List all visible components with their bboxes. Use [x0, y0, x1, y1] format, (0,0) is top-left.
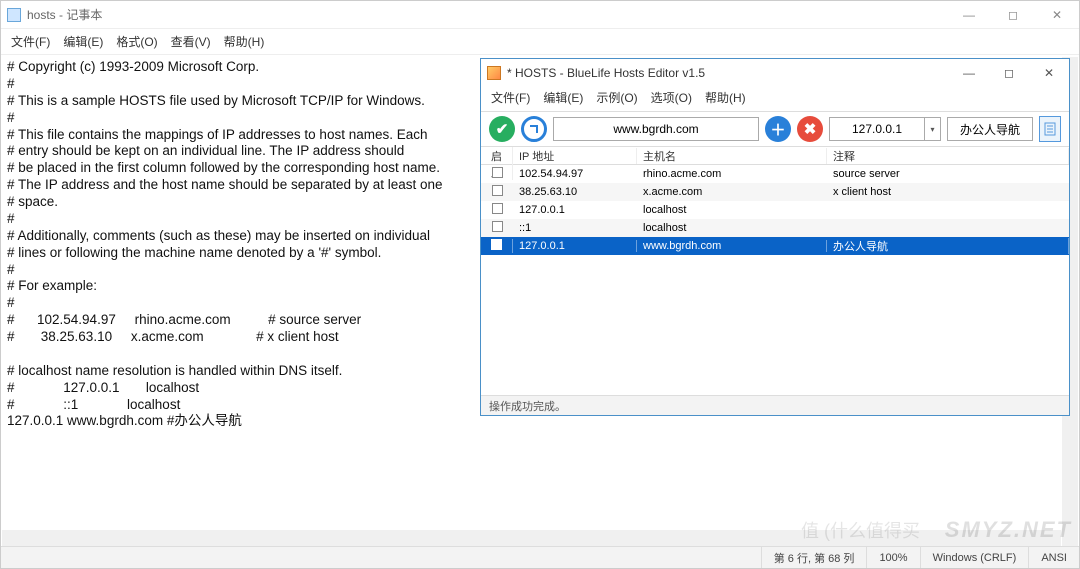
- editor-maximize-button[interactable]: ◻: [989, 59, 1029, 87]
- row-checkbox[interactable]: [492, 185, 503, 196]
- editor-title: * HOSTS - BlueLife Hosts Editor v1.5: [507, 66, 705, 80]
- horizontal-scrollbar[interactable]: [2, 530, 1061, 546]
- menu-file[interactable]: 文件(F): [5, 31, 56, 52]
- editor-toolbar: ✔ ＋ ✖ ▾: [481, 111, 1069, 147]
- editor-titlebar[interactable]: * HOSTS - BlueLife Hosts Editor v1.5 — ◻…: [481, 59, 1069, 87]
- menu-help[interactable]: 帮助(H): [218, 31, 271, 52]
- close-button[interactable]: ✕: [1035, 1, 1079, 29]
- cell-ip: ::1: [513, 222, 637, 234]
- col-ip[interactable]: IP 地址: [513, 148, 637, 164]
- add-button[interactable]: ＋: [765, 116, 791, 142]
- table-row[interactable]: 102.54.94.97rhino.acme.comsource server: [481, 165, 1069, 183]
- cell-host: localhost: [637, 222, 827, 234]
- status-position: 第 6 行, 第 68 列: [761, 547, 867, 568]
- status-encoding: ANSI: [1028, 547, 1079, 568]
- notepad-titlebar[interactable]: hosts - 记事本 — ◻ ✕: [1, 1, 1079, 29]
- table-row[interactable]: 127.0.0.1www.bgrdh.com办公人导航: [481, 237, 1069, 255]
- menu-view[interactable]: 查看(V): [165, 31, 217, 52]
- refresh-button[interactable]: [521, 116, 547, 142]
- comment-input[interactable]: [947, 117, 1033, 141]
- status-zoom: 100%: [866, 547, 919, 568]
- cell-host: localhost: [637, 204, 827, 216]
- notepad-statusbar: 第 6 行, 第 68 列 100% Windows (CRLF) ANSI: [1, 546, 1079, 568]
- editor-menu-options[interactable]: 选项(O): [645, 87, 698, 108]
- cell-ip: 127.0.0.1: [513, 240, 637, 252]
- row-checkbox[interactable]: [492, 203, 503, 214]
- ip-input[interactable]: [829, 117, 925, 141]
- editor-minimize-button[interactable]: —: [949, 59, 989, 87]
- table-row[interactable]: 38.25.63.10x.acme.comx client host: [481, 183, 1069, 201]
- table-header: 已启用 IP 地址 主机名 注释: [481, 147, 1069, 165]
- maximize-button[interactable]: ◻: [991, 1, 1035, 29]
- hosts-editor-window: * HOSTS - BlueLife Hosts Editor v1.5 — ◻…: [480, 58, 1070, 416]
- apply-button[interactable]: ✔: [489, 116, 515, 142]
- cell-host: rhino.acme.com: [637, 168, 827, 180]
- cell-comment: source server: [827, 168, 1069, 180]
- cell-host: x.acme.com: [637, 186, 827, 198]
- notepad-icon: [7, 8, 21, 22]
- cell-ip: 38.25.63.10: [513, 186, 637, 198]
- cell-ip: 102.54.94.97: [513, 168, 637, 180]
- cell-comment: x client host: [827, 186, 1069, 198]
- editor-app-icon: [487, 66, 501, 80]
- editor-close-button[interactable]: ✕: [1029, 59, 1069, 87]
- row-checkbox[interactable]: [492, 167, 503, 178]
- minimize-button[interactable]: —: [947, 1, 991, 29]
- menu-edit[interactable]: 编辑(E): [57, 31, 109, 52]
- table-row[interactable]: 127.0.0.1localhost: [481, 201, 1069, 219]
- notepad-title: hosts - 记事本: [27, 6, 102, 23]
- row-checkbox[interactable]: [491, 239, 502, 250]
- ip-dropdown-icon[interactable]: ▾: [925, 117, 941, 141]
- status-eol: Windows (CRLF): [920, 547, 1029, 568]
- editor-menu-edit[interactable]: 编辑(E): [537, 87, 589, 108]
- col-host[interactable]: 主机名: [637, 148, 827, 164]
- hostname-input[interactable]: [553, 117, 759, 141]
- cell-ip: 127.0.0.1: [513, 204, 637, 216]
- cell-host: www.bgrdh.com: [637, 240, 827, 252]
- editor-statusbar: 操作成功完成。: [481, 395, 1069, 415]
- row-checkbox[interactable]: [492, 221, 503, 232]
- cell-comment: 办公人导航: [827, 238, 1069, 254]
- editor-menu-file[interactable]: 文件(F): [485, 87, 536, 108]
- hosts-table: 已启用 IP 地址 主机名 注释 102.54.94.97rhino.acme.…: [481, 147, 1069, 395]
- editor-menu-help[interactable]: 帮助(H): [699, 87, 752, 108]
- menu-format[interactable]: 格式(O): [110, 31, 163, 52]
- open-file-button[interactable]: [1039, 116, 1061, 142]
- delete-button[interactable]: ✖: [797, 116, 823, 142]
- table-row[interactable]: ::1localhost: [481, 219, 1069, 237]
- notepad-menubar: 文件(F) 编辑(E) 格式(O) 查看(V) 帮助(H): [1, 29, 1079, 55]
- editor-menu-example[interactable]: 示例(O): [590, 87, 643, 108]
- col-comment[interactable]: 注释: [827, 148, 1069, 164]
- editor-menubar: 文件(F) 编辑(E) 示例(O) 选项(O) 帮助(H): [481, 87, 1069, 111]
